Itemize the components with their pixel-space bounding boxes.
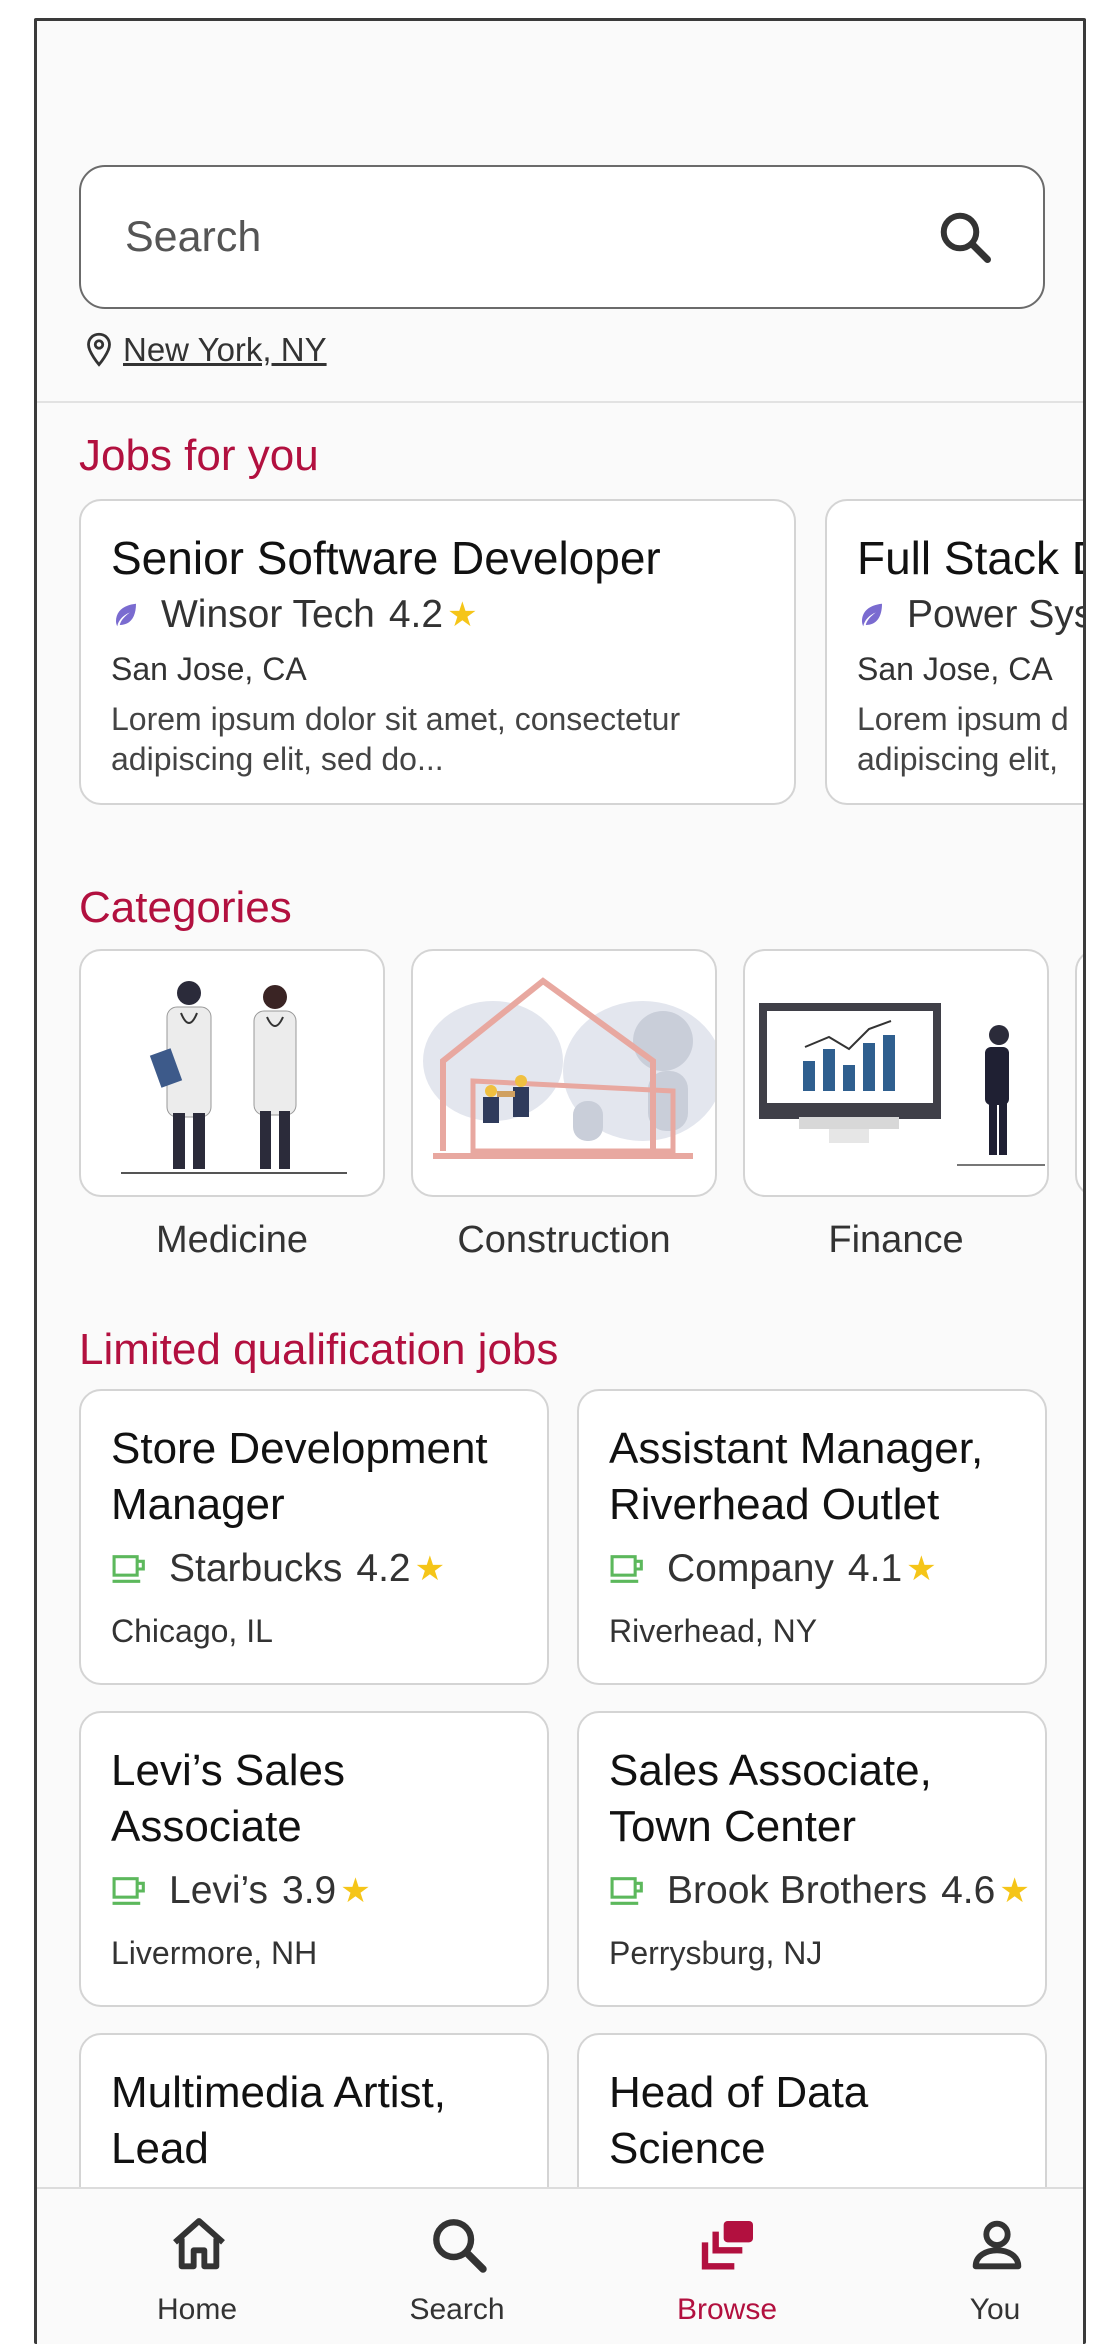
category-tile-more[interactable]: [1075, 949, 1083, 1197]
job-title: Multimedia Artist, Lead: [111, 2068, 446, 2173]
nav-label: Home: [156, 2293, 238, 2326]
job-card[interactable]: Senior Software Developer Winsor Tech 4.…: [79, 499, 796, 805]
star-icon: ★: [447, 596, 478, 634]
coffee-cup-icon: [610, 1877, 643, 1905]
search-input[interactable]: Search: [79, 165, 1045, 309]
company-row: Brook Brothers 4.6 ★: [609, 1869, 1030, 1913]
job-description: Lorem ipsum d adipiscing elit,: [857, 701, 1069, 777]
nav-label: You: [969, 2293, 1021, 2326]
company-row: Levi’s 3.9 ★: [111, 1869, 371, 1913]
rating: 4.2: [388, 593, 444, 636]
search-icon[interactable]: [935, 207, 995, 267]
location-link[interactable]: New York, NY: [85, 331, 327, 369]
search-icon: [433, 2219, 487, 2273]
category-tile-finance[interactable]: [743, 949, 1049, 1197]
category-tile-construction[interactable]: [411, 949, 717, 1197]
job-title: Assistant Manager, Riverhead Outlet: [609, 1424, 984, 1529]
job-title: Store Development Manager: [111, 1424, 488, 1529]
rating: 3.9: [282, 1869, 337, 1912]
company-name: Winsor Tech: [161, 593, 375, 636]
rating: 4.2: [356, 1547, 411, 1590]
job-title: Full Stack D: [857, 532, 1086, 584]
leaf-icon: [862, 603, 882, 627]
coffee-cup-icon: [610, 1555, 643, 1583]
job-location: Riverhead, NY: [609, 1613, 818, 1649]
divider: [37, 401, 1083, 403]
company-name: Power Sys: [907, 593, 1086, 636]
company-row: Starbucks 4.2 ★: [111, 1547, 445, 1591]
star-icon: ★: [414, 1550, 446, 1588]
category-label: Construction: [457, 1219, 671, 1261]
star-icon: ★: [999, 1872, 1030, 1910]
search-placeholder: Search: [125, 213, 262, 261]
job-title: Levi’s Sales Associate: [111, 1746, 345, 1851]
rating: 4.1: [847, 1547, 903, 1590]
category-tile-medicine[interactable]: [79, 949, 385, 1197]
job-location: Livermore, NH: [111, 1935, 318, 1971]
section-title-categories: Categories: [79, 883, 292, 932]
home-icon: [173, 2218, 225, 2270]
leaf-icon: [116, 603, 136, 627]
job-location: Chicago, IL: [111, 1613, 273, 1649]
company-name: Starbucks: [169, 1547, 343, 1590]
nav-browse[interactable]: Browse: [627, 2189, 827, 2344]
job-card[interactable]: Assistant Manager, Riverhead Outlet Comp…: [577, 1389, 1047, 1685]
construction-illustration: [423, 977, 715, 1159]
section-title-limited-qualification: Limited qualification jobs: [79, 1325, 559, 1374]
nav-search[interactable]: Search: [357, 2189, 557, 2344]
rating: 4.6: [941, 1869, 996, 1912]
person-icon: [972, 2220, 1022, 2270]
company-row: Winsor Tech 4.2 ★: [111, 593, 478, 637]
company-name: Brook Brothers: [667, 1869, 928, 1912]
nav-label: Search: [409, 2293, 505, 2326]
company-row: Power Sys: [857, 593, 1086, 637]
location-text[interactable]: New York, NY: [123, 331, 327, 369]
bottom-navigation: Home Search Browse You: [37, 2187, 1083, 2344]
job-card[interactable]: Levi’s Sales Associate Levi’s 3.9 ★ Live…: [79, 1711, 549, 2007]
coffee-cup-icon: [112, 1555, 145, 1583]
nav-label: Browse: [676, 2293, 778, 2326]
section-title-jobs-for-you: Jobs for you: [79, 431, 319, 480]
job-location: Perrysburg, NJ: [609, 1935, 823, 1971]
nav-home[interactable]: Home: [97, 2189, 297, 2344]
company-name: Levi’s: [169, 1869, 269, 1912]
star-icon: ★: [340, 1872, 371, 1910]
location-pin-icon: [87, 332, 111, 367]
job-title: Sales Associate, Town Center: [609, 1746, 932, 1851]
category-label: Medicine: [155, 1219, 309, 1261]
job-title: Senior Software Developer: [111, 532, 661, 584]
job-card[interactable]: Sales Associate, Town Center Brook Broth…: [577, 1711, 1047, 2007]
job-description: Lorem ipsum dolor sit amet, consectetur …: [111, 701, 681, 777]
category-label: Finance: [828, 1219, 964, 1261]
coffee-cup-icon: [112, 1877, 145, 1905]
browse-icon: [701, 2221, 753, 2270]
nav-you[interactable]: You: [895, 2189, 1083, 2344]
doctors-illustration: [121, 981, 347, 1174]
finance-illustration: [759, 1003, 1045, 1166]
job-card[interactable]: Full Stack D Power Sys San Jose, CA Lore…: [825, 499, 1086, 805]
company-row: Company 4.1 ★: [609, 1547, 937, 1591]
company-name: Company: [667, 1547, 834, 1590]
app-screen: Search New York, NY Jobs for you Senior …: [34, 18, 1086, 2344]
star-icon: ★: [906, 1550, 937, 1588]
job-location: San Jose, CA: [857, 651, 1053, 687]
job-card[interactable]: Store Development Manager Starbucks 4.2 …: [79, 1389, 549, 1685]
job-location: San Jose, CA: [111, 651, 307, 687]
job-title: Head of Data Science: [609, 2068, 869, 2173]
